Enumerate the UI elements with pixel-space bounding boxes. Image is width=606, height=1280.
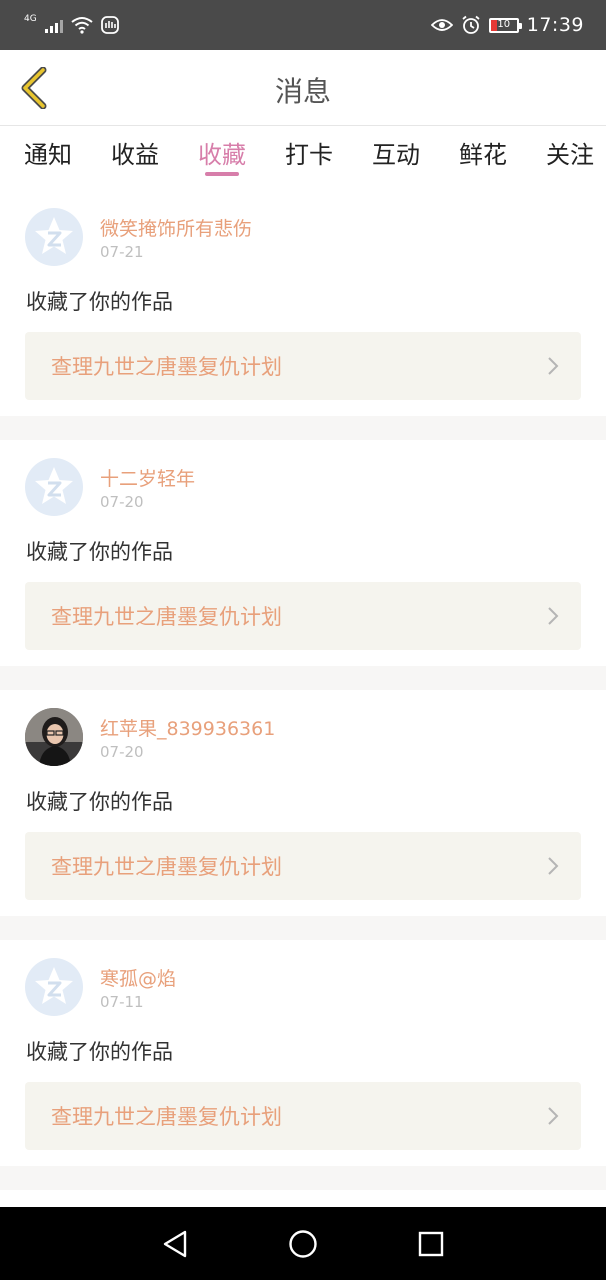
action-text: 收藏了你的作品 (26, 540, 173, 564)
list-item: 微笑掩饰所有悲伤 07-21 收藏了你的作品 查理九世之唐墨复仇计划 (0, 190, 606, 416)
chevron-right-icon (548, 1107, 559, 1125)
list-item: 红苹果_839936361 07-20 收藏了你的作品 查理九世之唐墨复仇计划 (0, 690, 606, 916)
triangle-back-icon (163, 1230, 187, 1257)
user-name[interactable]: 红苹果_839936361 (100, 714, 275, 741)
action-text: 收藏了你的作品 (26, 790, 173, 814)
user-name[interactable]: 寒孤@焰 (100, 964, 176, 991)
nav-home-button[interactable] (278, 1219, 328, 1269)
star-logo-icon (35, 467, 73, 504)
action-text: 收藏了你的作品 (26, 290, 173, 314)
tab-notifications[interactable]: 通知 (24, 126, 72, 190)
tab-following[interactable]: 关注 (546, 126, 594, 190)
default-avatar-icon[interactable] (25, 958, 83, 1016)
battery-level: 10 (497, 19, 511, 30)
divider (0, 916, 606, 940)
clock: 17:39 (526, 14, 584, 36)
alarm-icon (462, 15, 480, 34)
user-photo-avatar[interactable] (25, 708, 83, 766)
notification-date: 07-11 (100, 993, 144, 1011)
tab-earnings[interactable]: 收益 (111, 126, 159, 190)
action-text: 收藏了你的作品 (26, 1040, 173, 1064)
default-avatar-icon[interactable] (25, 208, 83, 266)
user-name[interactable]: 微笑掩饰所有悲伤 (100, 214, 252, 241)
nav-recents-button[interactable] (406, 1219, 456, 1269)
app-notification-icon (100, 16, 119, 34)
page-title: 消息 (274, 75, 331, 108)
work-link-card[interactable]: 查理九世之唐墨复仇计划 (25, 332, 581, 400)
circle-home-icon (289, 1229, 317, 1258)
chevron-right-icon (548, 607, 559, 625)
square-recents-icon (418, 1231, 444, 1256)
message-tabs: 通知 收益 收藏 打卡 互动 鲜花 关注 (0, 126, 606, 190)
star-logo-icon (35, 967, 73, 1004)
default-avatar-icon[interactable] (25, 458, 83, 516)
app-header: 消息 (0, 50, 606, 126)
tab-check-in[interactable]: 打卡 (285, 126, 333, 190)
notification-date: 07-20 (100, 493, 144, 511)
nav-back-button[interactable] (150, 1219, 200, 1269)
signal-icon (44, 17, 63, 33)
star-logo-icon (35, 217, 73, 254)
notification-date: 07-21 (100, 243, 144, 261)
divider (0, 666, 606, 690)
wifi-icon (71, 17, 93, 34)
work-link-card[interactable]: 查理九世之唐墨复仇计划 (25, 832, 581, 900)
divider (0, 1166, 606, 1190)
tab-favorites[interactable]: 收藏 (198, 126, 246, 190)
tab-flowers[interactable]: 鲜花 (459, 126, 507, 190)
work-title: 查理九世之唐墨复仇计划 (51, 355, 282, 379)
portrait-icon (25, 708, 83, 766)
work-title: 查理九世之唐墨复仇计划 (51, 605, 282, 629)
chevron-right-icon (548, 857, 559, 875)
network-type: 4G (24, 13, 37, 24)
chevron-right-icon (548, 357, 559, 375)
list-item: 寒孤@焰 07-11 收藏了你的作品 查理九世之唐墨复仇计划 (0, 940, 606, 1166)
system-nav-bar (0, 1207, 606, 1280)
user-name[interactable]: 十二岁轻年 (100, 464, 195, 491)
work-title: 查理九世之唐墨复仇计划 (51, 855, 282, 879)
battery-icon: 10 (488, 17, 522, 33)
list-item: 十二岁轻年 07-20 收藏了你的作品 查理九世之唐墨复仇计划 (0, 440, 606, 666)
tab-interactions[interactable]: 互动 (372, 126, 420, 190)
eye-comfort-icon (430, 19, 453, 31)
notification-list: 微笑掩饰所有悲伤 07-21 收藏了你的作品 查理九世之唐墨复仇计划 十二岁轻年… (0, 190, 606, 1190)
work-link-card[interactable]: 查理九世之唐墨复仇计划 (25, 1082, 581, 1150)
work-link-card[interactable]: 查理九世之唐墨复仇计划 (25, 582, 581, 650)
work-title: 查理九世之唐墨复仇计划 (51, 1105, 282, 1129)
divider (0, 416, 606, 440)
notification-date: 07-20 (100, 743, 144, 761)
status-bar: 4G 10 17:39 (0, 0, 606, 50)
